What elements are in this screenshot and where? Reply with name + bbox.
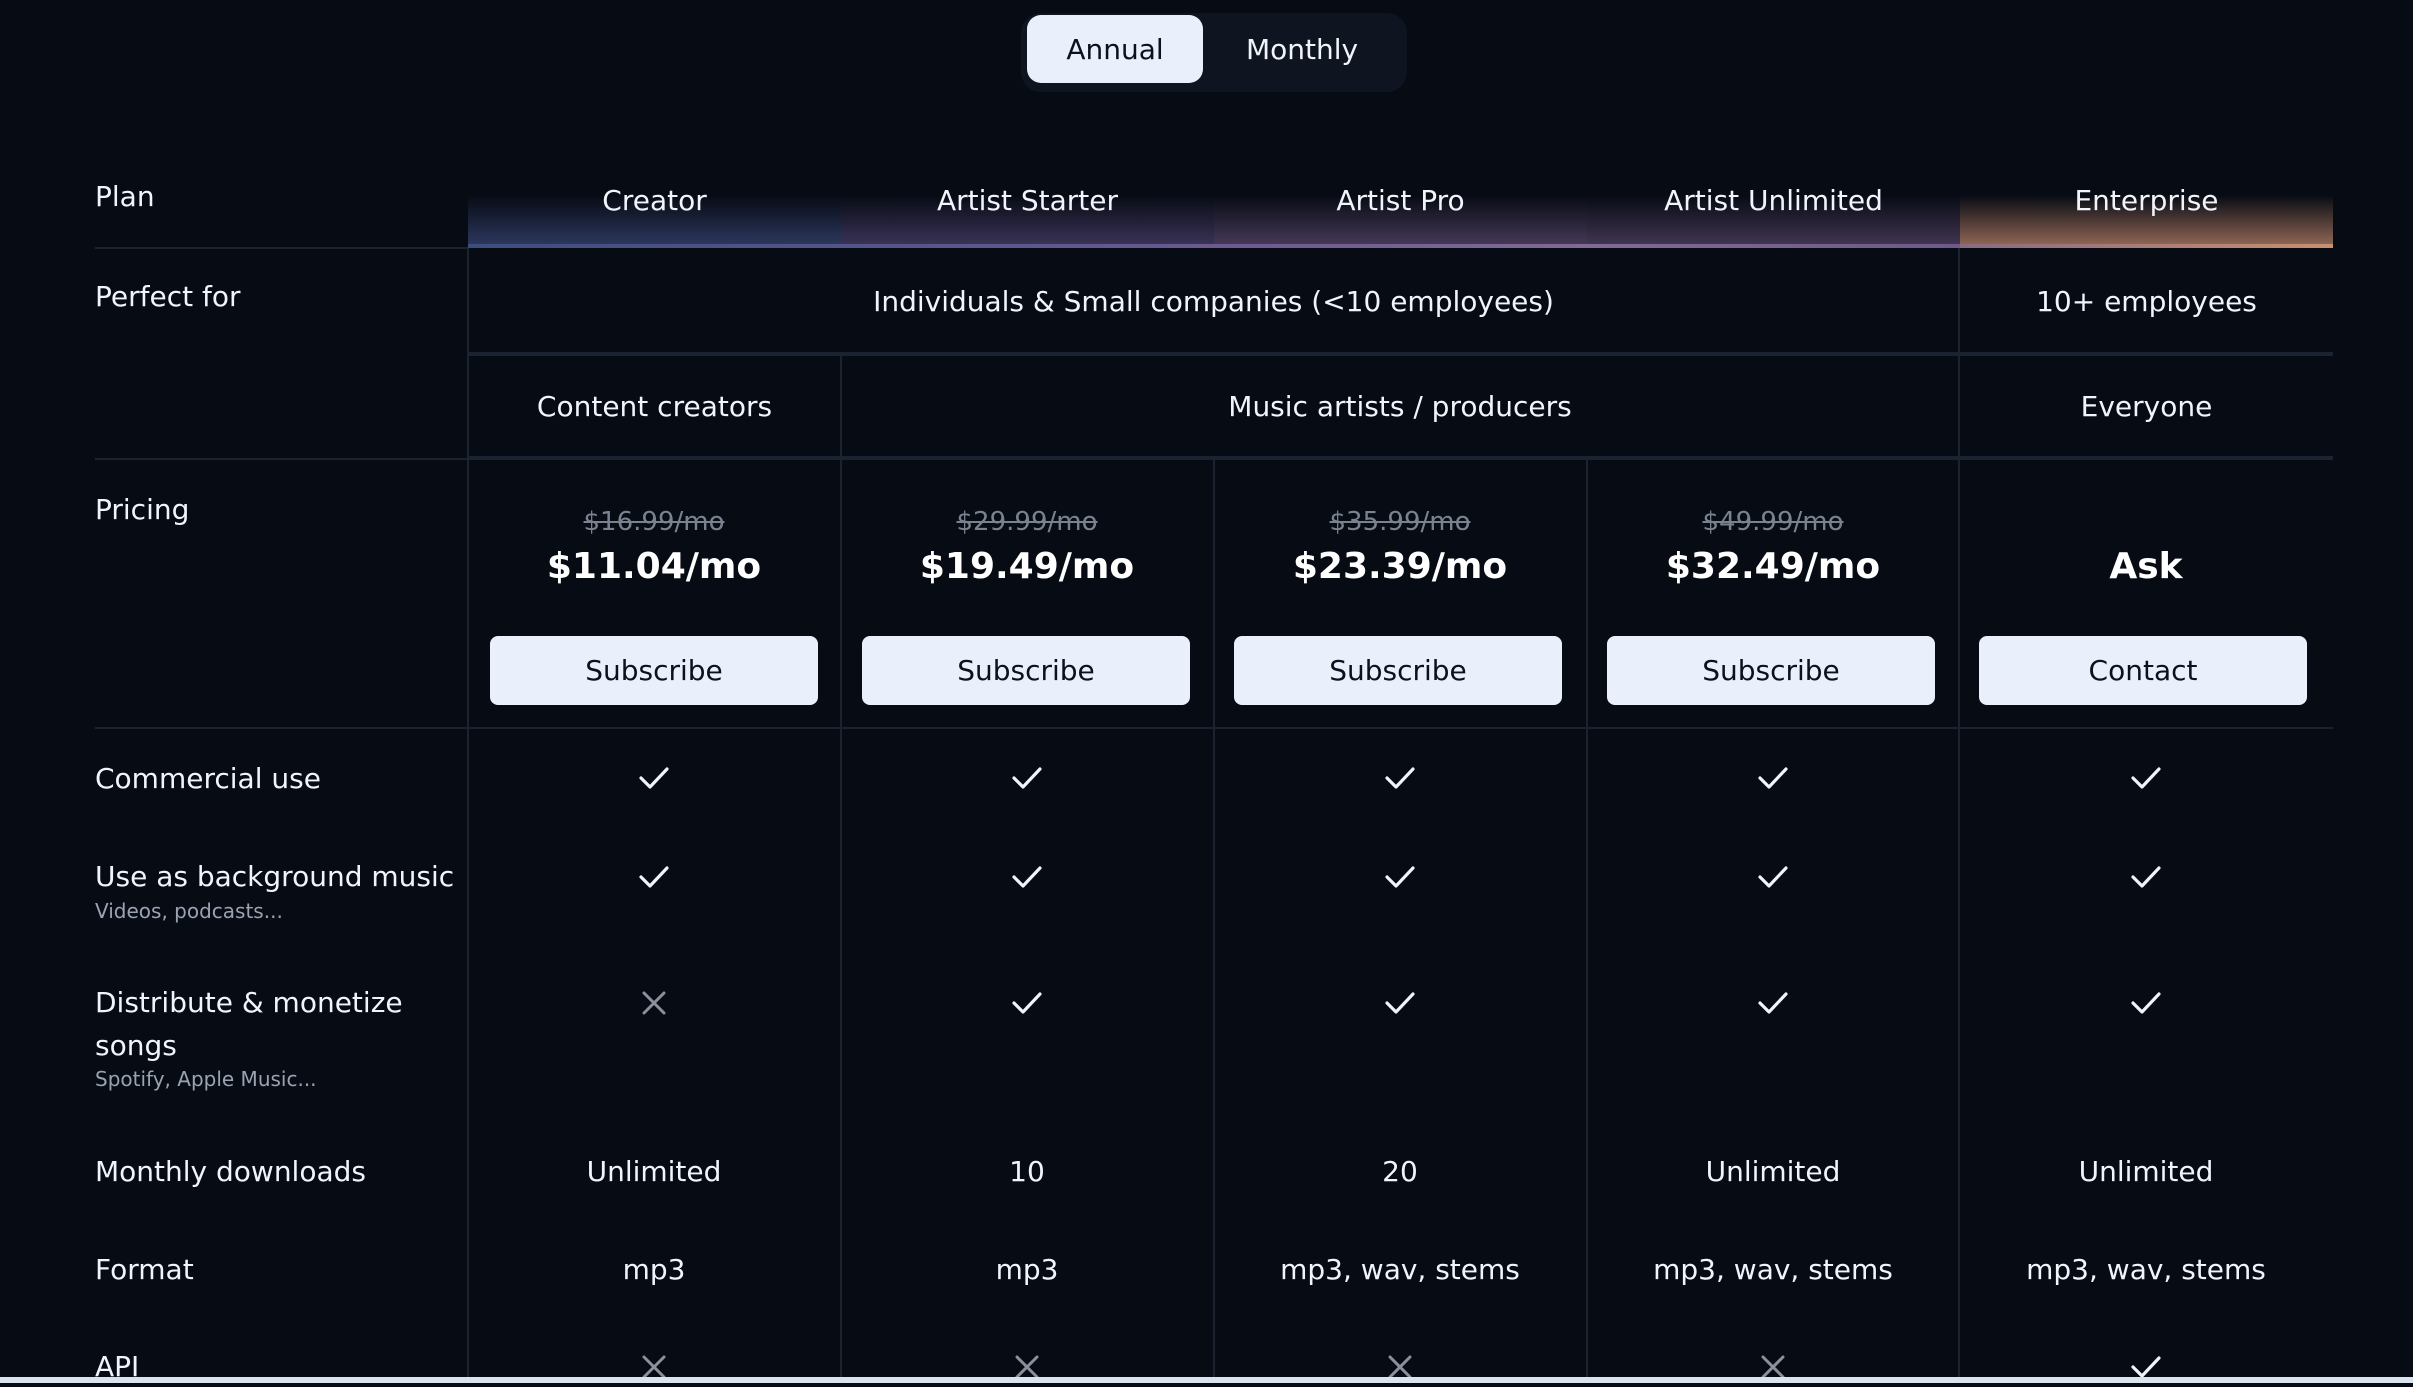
downloads-value: 20: [1382, 1154, 1418, 1188]
plan-name: Artist Starter: [936, 183, 1119, 217]
check-icon: [1960, 857, 2332, 897]
audience-music-artists: Music artists / producers: [1228, 389, 1572, 423]
header-accent-bar: [468, 244, 1213, 248]
row-label-distribute-line2: songs: [95, 1029, 177, 1062]
row-label-distribute-line1: Distribute & monetize: [95, 986, 403, 1019]
annual-toggle-button[interactable]: Annual: [1027, 15, 1203, 83]
check-icon: [1214, 758, 1586, 798]
check-icon: [1587, 758, 1959, 798]
current-price: $32.49/mo: [1665, 546, 1881, 587]
subscribe-button-artist-unlimited[interactable]: Subscribe: [1607, 636, 1935, 705]
current-price: $11.04/mo: [546, 546, 762, 587]
check-icon: [468, 857, 840, 897]
plan-name: Creator: [602, 183, 707, 217]
cross-icon: [468, 983, 840, 1023]
column-divider: [840, 460, 842, 1377]
row-label-background-music: Use as background music: [95, 860, 455, 893]
plan-header-enterprise: Enterprise: [1960, 152, 2333, 248]
format-value: mp3, wav, stems: [2026, 1252, 2266, 1286]
column-divider: [1213, 460, 1215, 1377]
downloads-value: Unlimited: [2078, 1154, 2214, 1188]
audience-everyone: Everyone: [2080, 389, 2213, 423]
bottom-edge-bar: [0, 1377, 2413, 1383]
row-label-format: Format: [95, 1253, 194, 1286]
check-icon: [1587, 983, 1959, 1023]
plan-header-artist-starter: Artist Starter: [841, 152, 1214, 248]
row-label-commercial-use: Commercial use: [95, 762, 321, 795]
plan-header-artist-pro: Artist Pro: [1214, 152, 1587, 248]
format-value: mp3, wav, stems: [1653, 1252, 1893, 1286]
current-price: $23.39/mo: [1292, 546, 1508, 587]
row-label-perfect-for: Perfect for: [95, 280, 241, 313]
check-icon: [468, 758, 840, 798]
old-price: $49.99/mo: [1702, 507, 1844, 537]
plan-name: Artist Pro: [1336, 183, 1465, 217]
check-icon: [841, 983, 1213, 1023]
downloads-value: Unlimited: [586, 1154, 722, 1188]
row-label-monthly-downloads: Monthly downloads: [95, 1155, 366, 1188]
column-divider: [1586, 460, 1588, 1377]
old-price: $35.99/mo: [1329, 507, 1471, 537]
divider: [468, 456, 2333, 460]
column-divider: [1958, 460, 1960, 1377]
plan-name: Enterprise: [2074, 183, 2219, 217]
billing-toggle: Annual Monthly: [1021, 13, 1407, 92]
plan-name: Artist Unlimited: [1664, 183, 1883, 217]
check-icon: [1214, 857, 1586, 897]
check-icon: [1960, 983, 2332, 1023]
current-price: $19.49/mo: [919, 546, 1135, 587]
plan-header-artist-unlimited: Artist Unlimited: [1587, 152, 1960, 248]
current-price: Ask: [2109, 546, 2183, 587]
check-icon: [1587, 857, 1959, 897]
downloads-value: Unlimited: [1705, 1154, 1841, 1188]
format-value: mp3, wav, stems: [1280, 1252, 1520, 1286]
contact-button-enterprise[interactable]: Contact: [1979, 636, 2307, 705]
row-label-plan: Plan: [95, 180, 155, 213]
monthly-toggle-button[interactable]: Monthly: [1209, 15, 1395, 83]
row-label-pricing: Pricing: [95, 493, 190, 526]
old-price: $16.99/mo: [583, 507, 725, 537]
subscribe-button-artist-starter[interactable]: Subscribe: [862, 636, 1190, 705]
row-sublabel-distribute: Spotify, Apple Music...: [95, 1067, 317, 1091]
check-icon: [841, 857, 1213, 897]
old-price: $29.99/mo: [956, 507, 1098, 537]
format-value: mp3: [995, 1252, 1059, 1286]
header-accent-bar: [1960, 244, 2333, 248]
subscribe-button-creator[interactable]: Subscribe: [490, 636, 818, 705]
audience-individuals: Individuals & Small companies (<10 emplo…: [873, 284, 1554, 318]
divider: [95, 247, 468, 249]
audience-enterprise: 10+ employees: [2036, 284, 2257, 318]
audience-content-creators: Content creators: [536, 389, 773, 423]
row-sublabel-background-music: Videos, podcasts...: [95, 899, 283, 923]
subscribe-button-artist-pro[interactable]: Subscribe: [1234, 636, 1562, 705]
plan-header-creator: Creator: [468, 152, 841, 248]
downloads-value: 10: [1009, 1154, 1045, 1188]
check-icon: [1960, 758, 2332, 798]
divider: [95, 458, 468, 460]
check-icon: [1214, 983, 1586, 1023]
check-icon: [841, 758, 1213, 798]
format-value: mp3: [622, 1252, 686, 1286]
header-accent-bar: [1213, 244, 1960, 248]
